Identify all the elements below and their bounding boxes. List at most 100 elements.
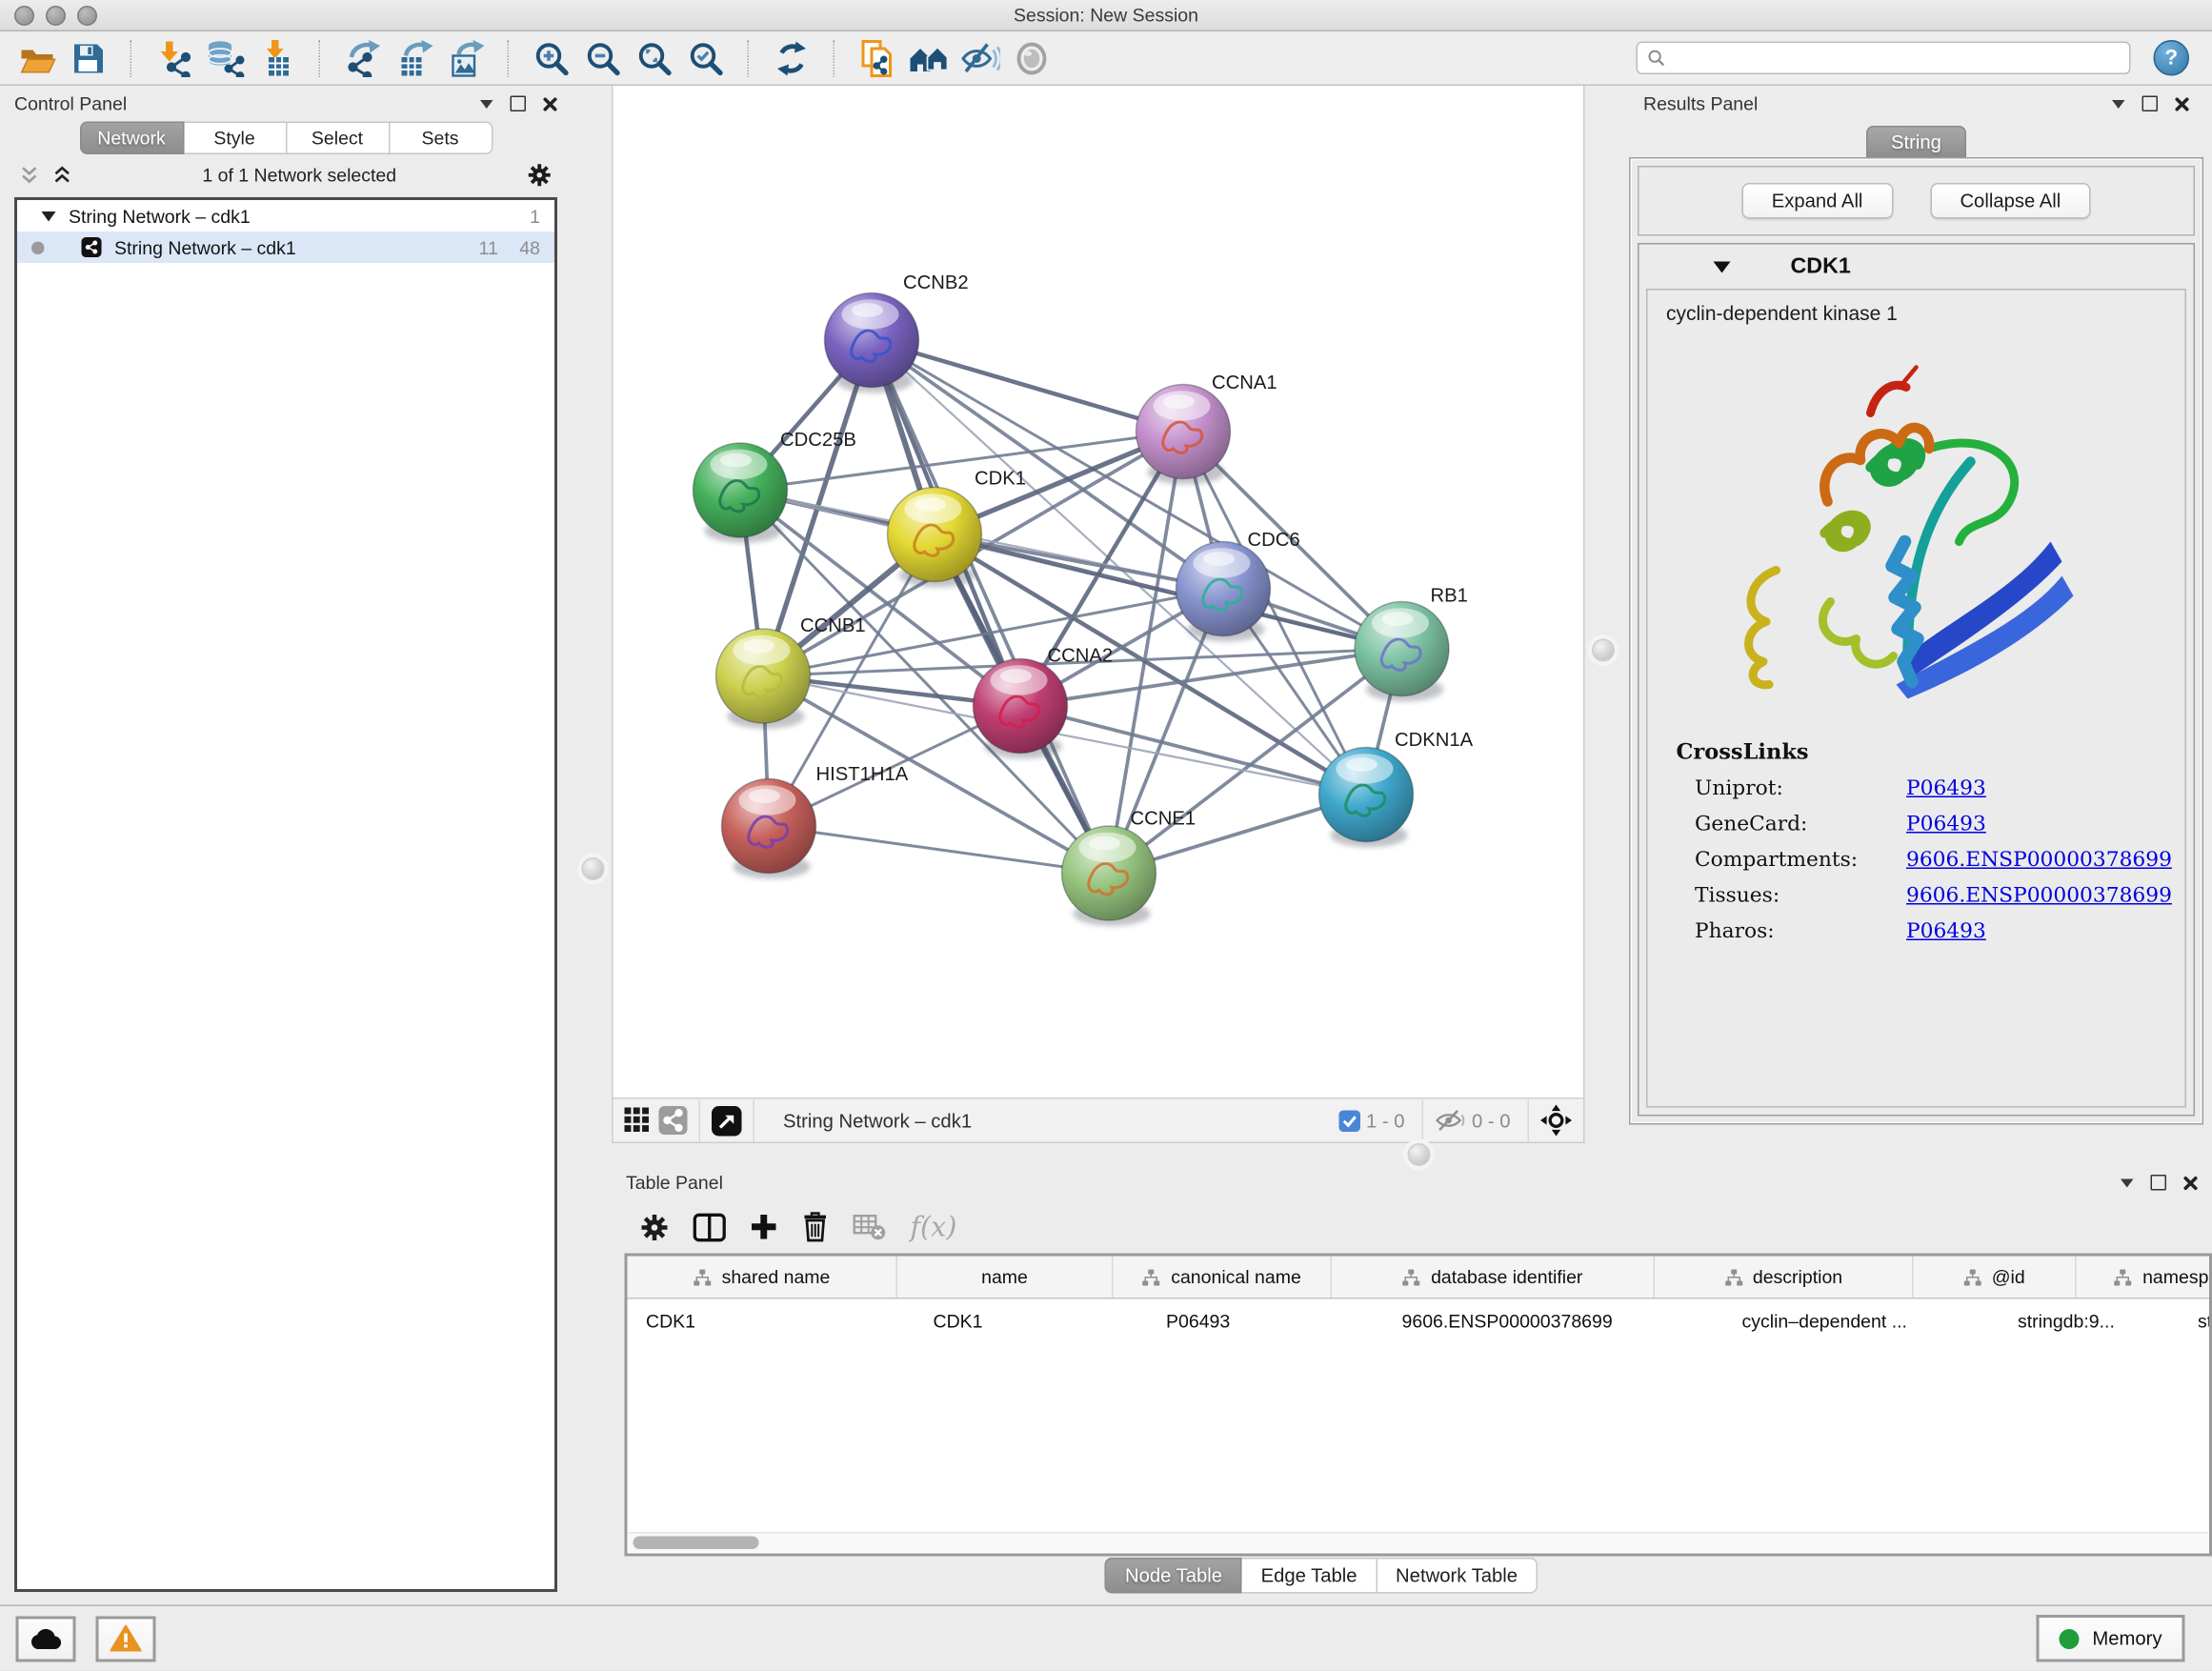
import-network-button[interactable] <box>151 36 197 79</box>
zoom-selected-button[interactable] <box>683 36 729 79</box>
export-network-button[interactable] <box>340 36 386 79</box>
apply-layout-button[interactable] <box>769 36 814 79</box>
network-edge[interactable] <box>769 826 1109 874</box>
warnings-button[interactable] <box>96 1616 156 1661</box>
splitter-handle[interactable] <box>1592 639 1615 662</box>
table-header-row: shared namenamecanonical namedatabase id… <box>628 1257 2210 1299</box>
network-canvas[interactable]: CCNB2CCNA1CDC25BCDK1CDC6RB1CCNB1CCNA2CDK… <box>613 86 1584 1097</box>
tab-network[interactable]: Network <box>79 122 184 155</box>
delete-table-icon[interactable] <box>854 1214 887 1239</box>
hidden-count: 0 - 0 <box>1472 1110 1511 1132</box>
tab-network-table[interactable]: Network Table <box>1377 1558 1538 1594</box>
table-cell[interactable]: cyclin–dependent ... <box>1723 1299 2000 1342</box>
gear-icon[interactable] <box>528 162 553 187</box>
tab-edge-table[interactable]: Edge Table <box>1242 1558 1377 1594</box>
import-network-from-database-button[interactable] <box>203 36 249 79</box>
column-header[interactable]: shared name <box>628 1257 898 1299</box>
column-header[interactable]: @id <box>1914 1257 2077 1299</box>
left-splitter[interactable] <box>572 86 612 1605</box>
table-cell[interactable]: CDK1 <box>628 1299 915 1342</box>
birds-eye-view-icon[interactable] <box>712 1105 742 1136</box>
function-builder-button[interactable]: f(x) <box>911 1211 957 1242</box>
create-column-icon[interactable] <box>751 1214 778 1241</box>
float-panel-icon[interactable] <box>511 96 527 112</box>
section-expanded-icon[interactable] <box>1714 261 1731 272</box>
close-panel-icon[interactable] <box>2175 96 2189 111</box>
table-row[interactable]: CDK1CDK1P064939606.ENSP00000378699cyclin… <box>628 1299 2210 1342</box>
splitter-handle[interactable] <box>1408 1143 1431 1166</box>
column-header[interactable]: description <box>1655 1257 1914 1299</box>
export-table-button[interactable] <box>392 36 437 79</box>
float-panel-icon[interactable] <box>2151 1175 2167 1191</box>
panel-menu-icon[interactable] <box>480 99 493 108</box>
crosslink-link[interactable]: P06493 <box>1906 920 1986 943</box>
crosslink-link[interactable]: 9606.ENSP00000378699 <box>1906 885 2172 908</box>
collapse-all-chevrons-icon[interactable] <box>53 165 72 184</box>
zoom-in-button[interactable] <box>529 36 574 79</box>
network-row-selected[interactable]: String Network – cdk1 11 48 <box>17 232 554 263</box>
network-collection-row[interactable]: String Network – cdk1 1 <box>17 200 554 232</box>
expand-all-button[interactable]: Expand All <box>1741 183 1893 219</box>
help-button[interactable]: ? <box>2154 40 2190 76</box>
network-edge[interactable] <box>872 340 1183 432</box>
hide-glass-button[interactable] <box>957 36 1003 79</box>
table-cell[interactable]: stringdb <box>2180 1299 2212 1342</box>
import-table-button[interactable] <box>254 36 300 79</box>
table-cell[interactable]: stringdb:9... <box>2000 1299 2180 1342</box>
search-input[interactable] <box>1672 47 2119 70</box>
delete-column-icon[interactable] <box>802 1212 830 1242</box>
grid-view-icon[interactable] <box>625 1108 651 1134</box>
expand-all-chevrons-icon[interactable] <box>20 165 39 184</box>
table-cell[interactable]: 9606.ENSP00000378699 <box>1383 1299 1723 1342</box>
show-glass-button[interactable] <box>1009 36 1055 79</box>
show-columns-icon[interactable] <box>694 1213 727 1241</box>
table-cell[interactable]: CDK1 <box>915 1299 1148 1342</box>
pan-crosshair-icon[interactable] <box>1540 1105 1572 1137</box>
duplicate-network-icon <box>859 38 896 78</box>
crosslink-link[interactable]: P06493 <box>1906 777 1986 800</box>
panel-menu-icon[interactable] <box>2121 1178 2134 1187</box>
cloud-tasks-button[interactable] <box>16 1616 76 1661</box>
network-badge-icon[interactable] <box>659 1106 688 1135</box>
collapse-all-button[interactable]: Collapse All <box>1930 183 2091 219</box>
crosslink-link[interactable]: 9606.ENSP00000378699 <box>1906 849 2172 872</box>
export-image-button[interactable] <box>443 36 489 79</box>
tab-sets[interactable]: Sets <box>390 122 493 155</box>
horizontal-splitter[interactable] <box>612 1143 2212 1165</box>
string-home-button[interactable] <box>906 36 952 79</box>
tab-node-table[interactable]: Node Table <box>1105 1558 1242 1594</box>
gene-section-header[interactable]: CDK1 <box>1639 245 2194 290</box>
collection-expanded-icon[interactable] <box>42 211 56 221</box>
table-cell[interactable]: P06493 <box>1148 1299 1384 1342</box>
duplicate-network-button[interactable] <box>855 36 900 79</box>
close-panel-icon[interactable] <box>543 96 557 111</box>
memory-button[interactable]: Memory <box>2037 1615 2185 1662</box>
selected-checkbox-icon[interactable] <box>1338 1110 1360 1132</box>
network-edge[interactable] <box>872 340 1109 874</box>
results-tab-string[interactable]: String <box>1867 126 1966 157</box>
tab-style[interactable]: Style <box>184 122 287 155</box>
cloud-icon <box>29 1626 63 1651</box>
right-splitter[interactable] <box>1585 86 1621 1143</box>
table-hscrollbar[interactable] <box>629 1532 2208 1552</box>
toolbar-separator <box>748 39 751 76</box>
crosslink-link[interactable]: P06493 <box>1906 814 1986 836</box>
tab-select[interactable]: Select <box>287 122 390 155</box>
network-graph[interactable]: CCNB2CCNA1CDC25BCDK1CDC6RB1CCNB1CCNA2CDK… <box>613 86 1584 1097</box>
float-panel-icon[interactable] <box>2142 96 2159 112</box>
scrollbar-thumb[interactable] <box>633 1537 759 1550</box>
column-header[interactable]: name <box>897 1257 1114 1299</box>
column-header[interactable]: namespace <box>2077 1257 2212 1299</box>
save-session-button[interactable] <box>66 36 111 79</box>
table-gear-icon[interactable] <box>640 1213 669 1241</box>
hidden-eye-slash-icon[interactable] <box>1435 1109 1466 1132</box>
column-header[interactable]: canonical name <box>1114 1257 1333 1299</box>
splitter-handle[interactable] <box>582 857 605 880</box>
panel-menu-icon[interactable] <box>2112 99 2125 108</box>
zoom-fit-button[interactable] <box>632 36 677 79</box>
close-panel-icon[interactable] <box>2183 1176 2198 1190</box>
window-titlebar: Session: New Session <box>0 0 2212 31</box>
zoom-out-button[interactable] <box>580 36 626 79</box>
open-session-button[interactable] <box>14 36 60 79</box>
column-header[interactable]: database identifier <box>1332 1257 1655 1299</box>
